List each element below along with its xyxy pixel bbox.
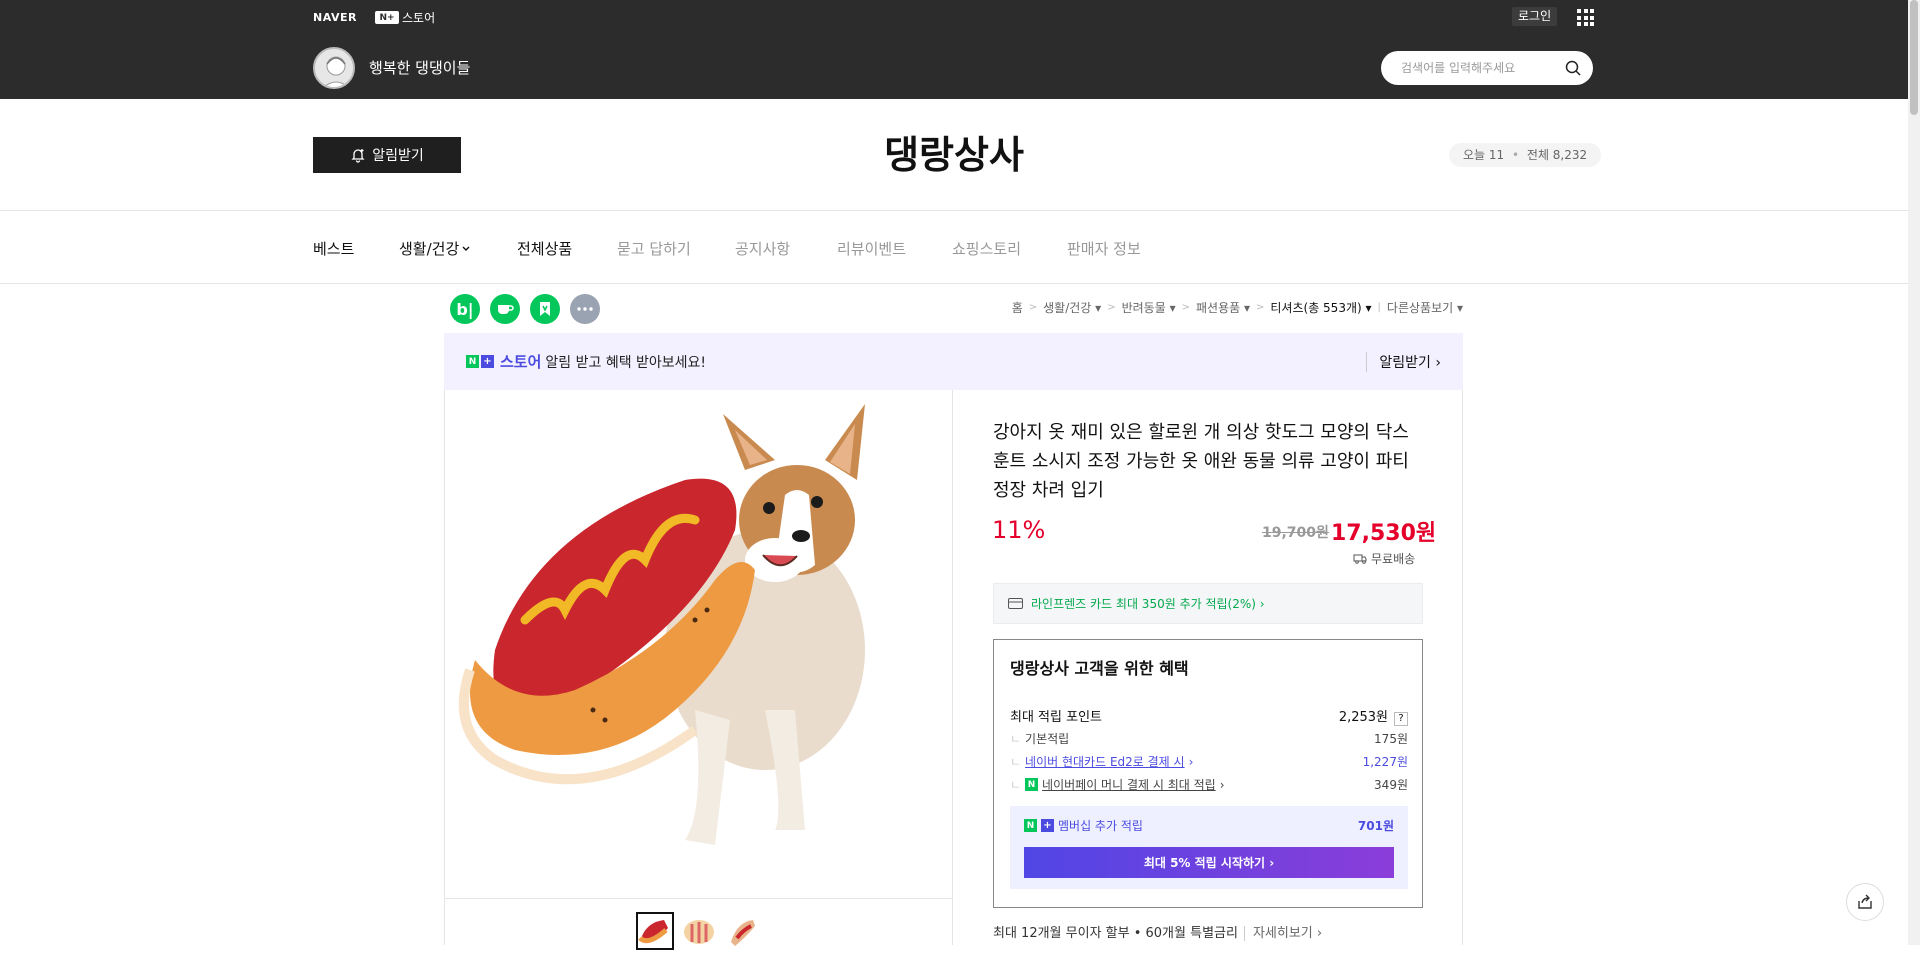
nav-item-label: 생활/건강 — [399, 240, 460, 258]
notification-promo-banner: N + 스토어 알림 받고 혜택 받아보세요! 알림받기 › — [444, 333, 1463, 390]
store-subtitle[interactable]: 행복한 댕댕이들 — [369, 57, 470, 78]
blog-share-icon[interactable]: b| — [450, 294, 480, 324]
scrollbar-thumb[interactable] — [1910, 0, 1918, 115]
naver-plus-badge: N+ — [375, 11, 399, 24]
login-button[interactable]: 로그인 — [1512, 7, 1558, 26]
credit-card-icon — [1008, 598, 1023, 609]
card-points-value: 1,227원 — [1362, 755, 1408, 769]
thumbnail-strip — [445, 898, 952, 950]
membership-label: 멤버십 추가 적립 — [1058, 819, 1143, 833]
nav-item-shopping-story[interactable]: 쇼핑스토리 — [952, 238, 1021, 259]
naver-plus-store-logo[interactable]: N+ 스토어 — [375, 9, 435, 26]
installment-more-link[interactable]: 자세히보기 › — [1243, 926, 1323, 941]
promo-alarm-link[interactable]: 알림받기 › — [1366, 352, 1441, 372]
search-input[interactable] — [1401, 61, 1561, 75]
share-icon — [1858, 894, 1872, 909]
help-icon[interactable]: ? — [1394, 712, 1408, 726]
nav-item-review-event[interactable]: 리뷰이벤트 — [837, 238, 906, 259]
nav-item-all-products[interactable]: 전체상품 — [517, 238, 572, 259]
pay-points-link[interactable]: 네이버페이 머니 결제 시 최대 적립 — [1042, 776, 1216, 793]
discount-rate: 11% — [992, 516, 1046, 544]
visit-today: 오늘 11 — [1463, 148, 1505, 162]
breadcrumb-life-health[interactable]: 생활/건강 ▾ — [1043, 299, 1101, 316]
basic-points-label: 기본적립 — [1025, 732, 1070, 746]
sale-price: 17,530원 — [1331, 521, 1437, 546]
naver-plus-store-label: 스토어 — [402, 11, 436, 25]
naver-pay-icon: N — [1025, 778, 1039, 791]
nav-item-notice[interactable]: 공지사항 — [735, 238, 790, 259]
product-main-image[interactable] — [445, 390, 952, 898]
nav-item-life-health[interactable]: 생활/건강 — [399, 238, 470, 259]
basic-points-row: ㄴ 기본적립 175원 — [1010, 732, 1408, 746]
membership-start-button[interactable]: 최대 5% 적립 시작하기 › — [1024, 847, 1394, 878]
truck-icon — [1353, 554, 1367, 564]
nav-item-best[interactable]: 베스트 — [313, 238, 354, 259]
breadcrumb-tshirts[interactable]: 티셔츠(총 553개) ▾ — [1270, 299, 1371, 316]
bookmark-share-icon[interactable] — [530, 294, 560, 324]
pay-points-row: ㄴ N 네이버페이 머니 결제 시 최대 적립 › 349원 — [1010, 776, 1408, 793]
card-points-link[interactable]: 네이버 현대카드 Ed2로 결제 시 — [1025, 753, 1185, 770]
search-icon[interactable] — [1565, 60, 1581, 76]
thumbnail-3[interactable] — [723, 912, 761, 950]
installment-text: 최대 12개월 무이자 할부 • 60개월 특별금리 — [993, 926, 1238, 941]
pay-points-value: 349원 — [1374, 778, 1408, 792]
thumbnail-1[interactable] — [636, 912, 674, 950]
global-header: NAVER N+ 스토어 로그인 행복한 댕댕이들 — [0, 0, 1908, 99]
max-points-label: 최대 적립 포인트 — [1010, 710, 1102, 725]
original-price: 19,700원 — [1262, 525, 1329, 541]
share-icons: b| — [450, 294, 600, 324]
page-scrollbar[interactable] — [1908, 0, 1920, 945]
search-box — [1381, 51, 1593, 85]
divider — [952, 390, 953, 945]
category-nav: 베스트 생활/건강 전체상품 묻고 답하기 공지사항 리뷰이벤트 쇼핑스토리 판… — [0, 212, 1908, 284]
more-icon[interactable] — [570, 294, 600, 324]
naver-logo[interactable]: NAVER — [313, 11, 357, 24]
benefit-title: 댕랑상사 고객을 위한 혜택 — [1010, 659, 1189, 678]
installment-info: 최대 12개월 무이자 할부 • 60개월 특별금리 자세히보기 › — [993, 922, 1323, 941]
nav-item-qna[interactable]: 묻고 답하기 — [617, 238, 691, 259]
card-offer-text: 라인프렌즈 카드 최대 350원 추가 적립(2%) › — [1031, 597, 1265, 611]
naver-plus-logo: N + — [466, 355, 494, 368]
share-button[interactable] — [1846, 883, 1884, 921]
basic-points-value: 175원 — [1374, 732, 1408, 746]
membership-value: 701원 — [1357, 819, 1394, 833]
store-avatar[interactable] — [313, 47, 355, 89]
breadcrumb-fashion[interactable]: 패션용품 ▾ — [1196, 299, 1250, 316]
card-offer-banner[interactable]: 라인프렌즈 카드 최대 350원 추가 적립(2%) › — [993, 583, 1423, 624]
benefit-box: 댕랑상사 고객을 위한 혜택 최대 적립 포인트 2,253원? ㄴ 기본적립 1… — [993, 639, 1423, 908]
thumbnail-2[interactable] — [680, 912, 718, 950]
apps-grid-icon[interactable] — [1577, 9, 1594, 26]
chevron-down-icon — [462, 246, 470, 251]
breadcrumb: 홈 > 생활/건강 ▾ > 반려동물 ▾ > 패션용품 ▾ > 티셔츠(총 55… — [1011, 299, 1463, 316]
card-points-row: ㄴ 네이버 현대카드 Ed2로 결제 시 › 1,227원 — [1010, 753, 1408, 770]
cafe-share-icon[interactable] — [490, 294, 520, 324]
membership-box: N + 멤버십 추가 적립 701원 최대 5% 적립 시작하기 › — [1010, 806, 1408, 889]
promo-message: 알림 받고 혜택 받아보세요! — [545, 354, 707, 371]
product-title: 강아지 옷 재미 있은 할로윈 개 의상 핫도그 모양의 닥스 훈트 소시지 조… — [993, 422, 1409, 501]
visit-counter: 오늘 11 • 전체 8,232 — [1449, 143, 1602, 167]
shipping-info: 무료배송 — [1353, 550, 1415, 567]
nav-item-seller-info[interactable]: 판매자 정보 — [1067, 238, 1141, 259]
visit-total: 전체 8,232 — [1526, 148, 1588, 162]
breadcrumb-pets[interactable]: 반려동물 ▾ — [1122, 299, 1176, 316]
promo-store-label: 스토어 — [500, 353, 542, 371]
max-points-value: 2,253원 — [1338, 710, 1388, 725]
breadcrumb-home[interactable]: 홈 — [1012, 299, 1023, 316]
store-title[interactable]: 댕랑상사 — [0, 124, 1908, 179]
shipping-label: 무료배송 — [1371, 552, 1416, 566]
breadcrumb-other-products[interactable]: 다른상품보기 ▾ — [1387, 299, 1463, 316]
max-points-row: 최대 적립 포인트 2,253원? — [1010, 706, 1408, 726]
